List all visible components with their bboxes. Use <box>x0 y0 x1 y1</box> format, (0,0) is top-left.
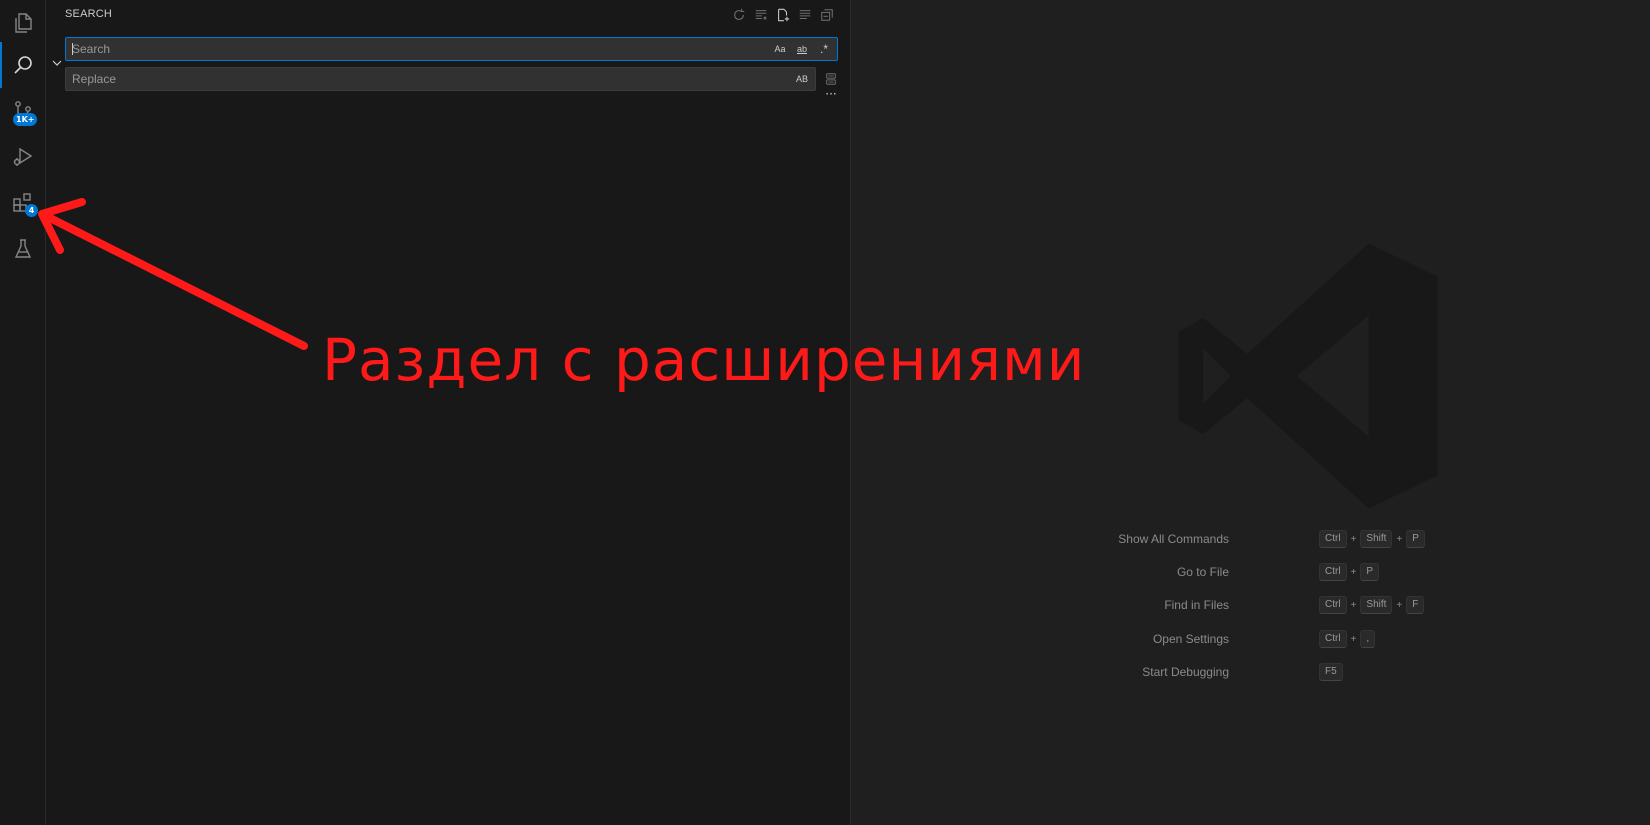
use-regex-toggle[interactable]: .* <box>814 40 834 58</box>
key: F5 <box>1319 663 1343 681</box>
toggle-replace-button[interactable] <box>50 56 64 70</box>
shortcut-keys: F5 <box>1319 663 1343 681</box>
shortcut-label: Start Debugging <box>1142 665 1229 679</box>
key: , <box>1360 630 1376 648</box>
activity-explorer[interactable] <box>0 0 46 46</box>
shortcut-label: Show All Commands <box>1118 532 1229 546</box>
toggle-search-details[interactable]: ··· <box>822 88 840 102</box>
extensions-badge: 4 <box>25 204 38 217</box>
replace-all-icon <box>826 73 836 85</box>
new-file-icon <box>778 8 790 22</box>
shortcut-row[interactable]: Go to File Ctrl + P <box>1020 563 1500 583</box>
text-cursor <box>72 43 73 55</box>
key: P <box>1360 563 1380 581</box>
clear-all-icon <box>755 10 767 20</box>
new-search-editor-button[interactable] <box>774 6 792 24</box>
shortcut-row[interactable]: Find in Files Ctrl + Shift + F <box>1020 596 1500 616</box>
match-whole-word-toggle[interactable]: ab <box>792 40 812 58</box>
chevron-down-icon <box>52 60 62 66</box>
collapse-all-icon <box>821 9 833 21</box>
search-icon <box>14 56 32 74</box>
activity-source-control[interactable]: 1K+ <box>0 88 46 134</box>
shortcut-row[interactable]: Start Debugging F5 <box>1020 663 1500 683</box>
sidebar-title: SEARCH <box>65 8 113 20</box>
preserve-case-toggle[interactable]: AB <box>792 70 812 88</box>
shortcut-label: Go to File <box>1176 565 1229 579</box>
collapse-all-button[interactable] <box>818 6 836 24</box>
activity-search[interactable] <box>0 42 46 88</box>
key: Ctrl <box>1319 630 1347 648</box>
shortcut-keys: Ctrl + P <box>1319 563 1380 581</box>
search-input[interactable] <box>72 38 752 60</box>
shortcut-keys: Ctrl + Shift + P <box>1319 530 1425 548</box>
key: Ctrl <box>1319 530 1347 548</box>
refresh-button[interactable] <box>730 6 748 24</box>
key: Shift <box>1360 596 1393 614</box>
shortcut-row[interactable]: Open Settings Ctrl + , <box>1020 630 1500 650</box>
search-toggles: Aa ab .* <box>770 40 834 58</box>
search-field[interactable]: Aa ab .* <box>65 37 838 61</box>
view-as-tree-button[interactable] <box>796 6 814 24</box>
vscode-window: 1K+ 4 SEARCH Search Aa ab .* Replace AB … <box>0 0 1650 825</box>
list-icon <box>799 10 811 20</box>
key: Ctrl <box>1319 563 1347 581</box>
activity-testing[interactable] <box>0 226 46 272</box>
flask-icon <box>14 239 32 258</box>
key: Shift <box>1360 530 1393 548</box>
shortcut-keys: Ctrl + Shift + F <box>1319 596 1425 614</box>
sidebar-actions <box>730 6 836 24</box>
vscode-logo-watermark-icon <box>1178 243 1438 509</box>
replace-all-button[interactable] <box>822 70 840 88</box>
match-case-toggle[interactable]: Aa <box>770 40 790 58</box>
shortcut-keys: Ctrl + , <box>1319 630 1376 648</box>
replace-toggles: AB <box>792 70 812 88</box>
activity-bar: 1K+ 4 <box>0 0 46 825</box>
shortcut-label: Find in Files <box>1164 598 1229 612</box>
run-debug-icon <box>13 147 33 166</box>
key: Ctrl <box>1319 596 1347 614</box>
annotation-label: Раздел с расширениями <box>322 326 1086 394</box>
shortcut-row[interactable]: Show All Commands Ctrl + Shift + P <box>1020 530 1500 550</box>
files-icon <box>15 13 32 33</box>
shortcut-label: Open Settings <box>1152 632 1229 646</box>
source-control-badge: 1K+ <box>13 113 38 126</box>
clear-results-button[interactable] <box>752 6 770 24</box>
activity-run-debug[interactable] <box>0 134 46 180</box>
key: P <box>1406 530 1425 548</box>
refresh-icon <box>734 8 745 20</box>
search-sidebar: SEARCH Aa ab <box>46 0 851 825</box>
key: F <box>1406 596 1425 614</box>
activity-extensions[interactable]: 4 <box>0 180 46 226</box>
replace-input[interactable] <box>72 68 752 90</box>
replace-field[interactable]: AB <box>65 67 816 91</box>
